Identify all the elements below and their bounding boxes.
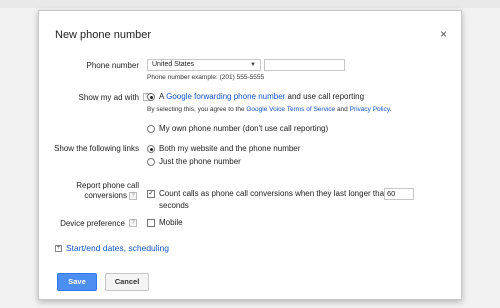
- phone-number-input[interactable]: [264, 59, 345, 71]
- count-conversions-checkbox[interactable]: ✓: [147, 190, 155, 198]
- background-bar: [0, 0, 500, 8]
- terms-end: .: [389, 106, 392, 113]
- phone-number-label: Phone number: [86, 61, 139, 70]
- radio-phone-only[interactable]: [147, 158, 155, 166]
- terms-and: and: [335, 106, 350, 113]
- show-links-label: Show the following links: [54, 144, 139, 153]
- both-links-option: Both my website and the phone number: [159, 144, 301, 153]
- terms-of-service-link[interactable]: Google Voice Terms of Service: [246, 106, 335, 113]
- phone-only-option: Just the phone number: [159, 157, 241, 166]
- seconds-unit: seconds: [159, 201, 189, 210]
- radio-google-forwarding[interactable]: [147, 93, 155, 101]
- terms-text: By selecting this, you agree to the Goog…: [147, 105, 391, 115]
- close-icon[interactable]: ×: [440, 27, 447, 41]
- expand-icon[interactable]: +: [55, 245, 62, 252]
- new-phone-number-dialog: New phone number × Phone number United S…: [38, 10, 462, 300]
- conversions-label-line2: conversions: [84, 191, 127, 200]
- scheduling-link[interactable]: Start/end dates, scheduling: [66, 243, 169, 253]
- show-ad-label: Show my ad with: [78, 93, 139, 102]
- terms-prefix: By selecting this, you agree to the: [147, 106, 247, 113]
- count-conversions-text: Count calls as phone call conversions wh…: [159, 189, 389, 198]
- own-number-option: My own phone number (don't use call repo…: [159, 124, 329, 133]
- device-preference-label: Device preference: [60, 219, 125, 228]
- seconds-input[interactable]: 60: [384, 188, 414, 200]
- dialog-title: New phone number: [55, 29, 152, 41]
- help-icon[interactable]: ?: [129, 192, 137, 200]
- dropdown-arrow-icon: ▼: [250, 62, 256, 68]
- radio-both-links[interactable]: [147, 145, 155, 153]
- mobile-checkbox[interactable]: [147, 219, 155, 227]
- radio-own-number[interactable]: [147, 125, 155, 133]
- country-select-value: United States: [152, 61, 195, 68]
- privacy-policy-link[interactable]: Privacy Policy: [350, 106, 390, 113]
- conversions-label-line1: Report phone call: [76, 181, 139, 190]
- google-forwarding-option: A Google forwarding phone number and use…: [159, 92, 364, 102]
- save-button[interactable]: Save: [57, 273, 97, 291]
- google-forwarding-link[interactable]: Google forwarding phone number: [166, 92, 285, 101]
- cancel-button[interactable]: Cancel: [105, 273, 149, 291]
- conversions-label: Report phone call conversions: [45, 181, 139, 201]
- country-select[interactable]: United States ▼: [147, 59, 261, 71]
- mobile-label: Mobile: [159, 218, 183, 227]
- option1-suffix: and use call reporting: [285, 92, 365, 101]
- help-icon[interactable]: ?: [129, 219, 137, 227]
- phone-example-text: Phone number example: (201) 555-5555: [147, 74, 265, 81]
